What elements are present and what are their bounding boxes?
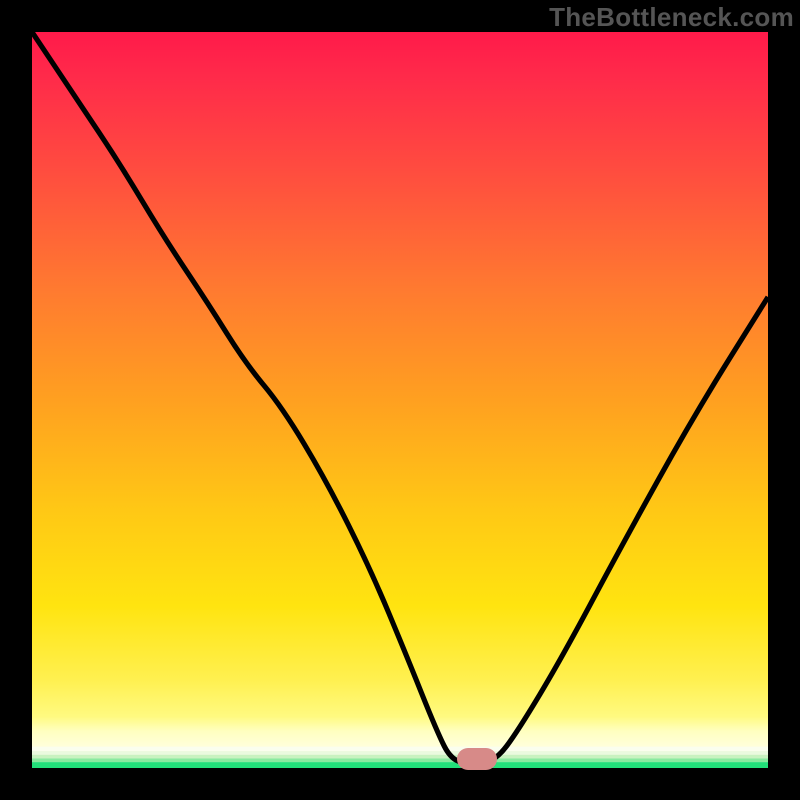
watermark-text: TheBottleneck.com bbox=[549, 2, 794, 33]
configuration-marker bbox=[457, 748, 497, 770]
chart-frame: TheBottleneck.com bbox=[0, 0, 800, 800]
marker-pill-icon bbox=[457, 748, 497, 770]
plot-area bbox=[32, 32, 768, 768]
bottleneck-curve bbox=[32, 32, 768, 768]
